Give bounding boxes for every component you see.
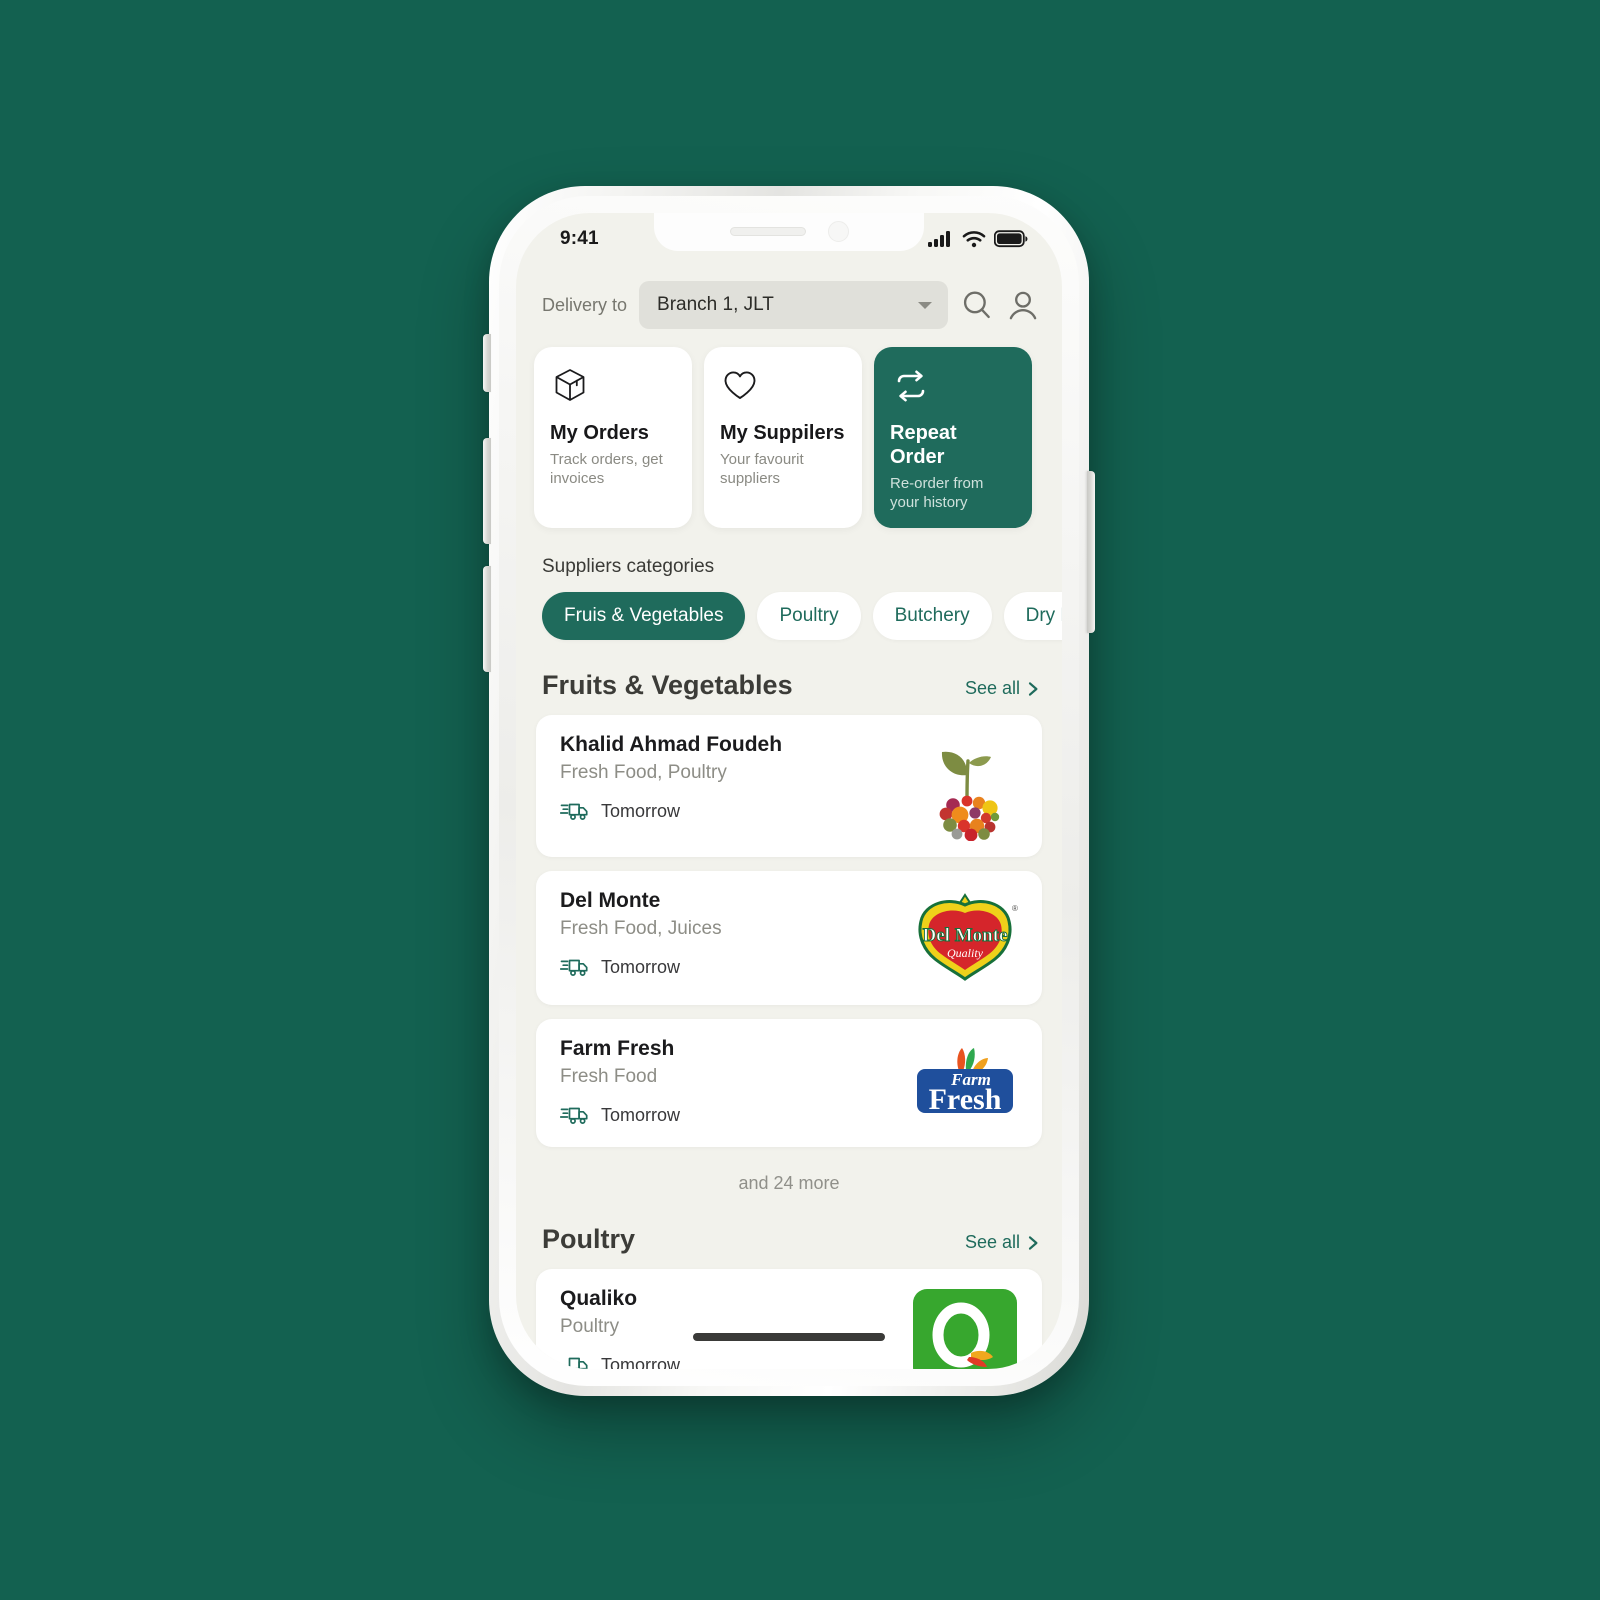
del-monte-logo-subtext: Quality — [947, 946, 984, 960]
repeat-order-card-title: Repeat Order — [890, 422, 957, 468]
branch-select[interactable]: Branch 1, JLT — [639, 281, 948, 329]
supplier-info: Qualiko Poultry Tomorrow — [560, 1287, 680, 1369]
qualiko-q-logo — [913, 1289, 1017, 1369]
delivery-truck-icon — [560, 804, 588, 821]
volume-down-button[interactable] — [483, 566, 491, 672]
delivery-truck-icon — [560, 1108, 588, 1125]
supplier-name: Khalid Ahmad Foudeh — [560, 733, 783, 757]
supplier-delivery-text: Tomorrow — [601, 1354, 681, 1369]
supplier-logo-qualiko — [906, 1287, 1024, 1369]
my-suppliers-card-title: My Suppilers — [720, 422, 845, 444]
chevron-down-icon — [918, 301, 932, 309]
farm-fresh-logo-subtext: Fresh — [929, 1083, 1002, 1116]
supplier-name: Farm Fresh — [560, 1037, 675, 1061]
chevron-right-icon — [1028, 1236, 1038, 1250]
category-chip-fruits-vegetables[interactable]: Fruis & Vegetables — [542, 592, 746, 641]
status-icons — [928, 230, 1028, 248]
section-title: Poultry — [542, 1224, 636, 1255]
battery-icon — [994, 230, 1028, 248]
see-all-label: See all — [964, 1232, 1020, 1253]
supplier-info: Farm Fresh Fresh Food Tomorrow — [560, 1037, 680, 1131]
heart-icon — [720, 365, 846, 407]
supplier-delivery-text: Tomorrow — [601, 1104, 681, 1125]
supplier-categories: Fresh Food, Juices — [560, 918, 722, 940]
section-header-poultry: Poultry See all — [516, 1194, 1062, 1255]
supplier-logo-khalid-ahmad-foudeh — [906, 733, 1024, 842]
supplier-info: Del Monte Fresh Food, Juices Tomorrow — [560, 889, 722, 989]
category-chip-butchery[interactable]: Butchery — [872, 592, 992, 641]
supplier-card-farm-fresh[interactable]: Farm Fresh Fresh Food Tomorrow Farm Fres… — [536, 1019, 1042, 1148]
del-monte-shield-logo: Del Monte Quality ® — [918, 893, 1018, 982]
my-suppliers-card[interactable]: My Suppilers Your favourit suppliers — [704, 347, 862, 529]
farm-fresh-logo: Farm Fresh — [917, 1048, 1013, 1116]
supplier-categories: Fresh Food, Poultry — [560, 762, 727, 784]
supplier-info: Khalid Ahmad Foudeh Fresh Food, Poultry — [560, 733, 782, 841]
supplier-name: Qualiko — [560, 1287, 638, 1311]
home-indicator[interactable] — [693, 1333, 885, 1341]
supplier-delivery: Tomorrow — [560, 1354, 680, 1369]
supplier-categories: Poultry — [560, 1316, 620, 1338]
repeat-icon — [890, 365, 1016, 407]
delivery-truck-icon — [568, 1358, 588, 1369]
cellular-signal-icon — [928, 231, 950, 247]
see-all-label: See all — [964, 678, 1020, 699]
phone-screen: 9:41 Delivery to Branch 1, JLT My Orders… — [516, 213, 1062, 1369]
phone-device-frame: 9:41 Delivery to Branch 1, JLT My Orders… — [483, 186, 1095, 1396]
supplier-delivery-text: Tomorrow — [601, 956, 681, 977]
supplier-card-khalid-ahmad-foudeh[interactable]: Khalid Ahmad Foudeh Fresh Food, Poultry — [536, 715, 1042, 858]
package-box-icon — [550, 365, 676, 407]
section-title: Fruits & Vegetables — [542, 670, 793, 701]
delivery-to-label: Delivery to — [542, 294, 628, 315]
branch-select-value: Branch 1, JLT — [657, 294, 774, 315]
suppliers-categories-label: Suppliers categories — [542, 556, 715, 578]
volume-up-button[interactable] — [483, 438, 491, 544]
svg-text:®: ® — [1012, 904, 1018, 913]
del-monte-logo-text: Del Monte — [923, 925, 1008, 946]
page-root: 9:41 Delivery to Branch 1, JLT My Orders… — [0, 0, 1600, 1600]
supplier-delivery-text: Tomorrow — [601, 800, 681, 821]
front-camera-icon — [827, 220, 849, 242]
category-chip-list: Fruis & Vegetables Poultry Butchery Dry … — [516, 578, 1062, 641]
wifi-icon — [962, 231, 986, 248]
app-content: Delivery to Branch 1, JLT My Orders Trac… — [516, 213, 1062, 1369]
category-chip-poultry[interactable]: Poultry — [757, 592, 861, 641]
my-suppliers-card-subtitle: Your favourit suppliers — [720, 451, 804, 488]
supplier-delivery: Tomorrow — [560, 1104, 680, 1126]
supplier-card-del-monte[interactable]: Del Monte Fresh Food, Juices Tomorrow De… — [536, 871, 1042, 1006]
my-orders-card[interactable]: My Orders Track orders, get invoices — [534, 347, 692, 529]
supplier-delivery: Tomorrow — [560, 956, 722, 978]
delivery-truck-icon — [560, 960, 588, 977]
supplier-logo-farm-fresh: Farm Fresh — [906, 1037, 1024, 1131]
supplier-card-qualiko[interactable]: Qualiko Poultry Tomorrow — [536, 1269, 1042, 1369]
repeat-order-card-subtitle: Re-order from your history — [890, 475, 984, 512]
see-all-poultry[interactable]: See all — [965, 1232, 1040, 1253]
see-all-fruits-vegetables[interactable]: See all — [965, 678, 1040, 699]
profile-icon[interactable] — [1006, 288, 1040, 322]
supplier-name: Del Monte — [560, 889, 661, 913]
repeat-order-card[interactable]: Repeat Order Re-order from your history — [874, 347, 1032, 529]
my-orders-card-title: My Orders — [550, 422, 649, 444]
supplier-delivery: Tomorrow — [560, 800, 782, 822]
my-orders-card-subtitle: Track orders, get invoices — [550, 451, 663, 488]
phone-notch — [654, 213, 924, 251]
category-chip-dry-food[interactable]: Dry F — [1003, 592, 1062, 641]
silent-switch-button[interactable] — [483, 334, 491, 392]
delivery-header-row: Delivery to Branch 1, JLT — [516, 259, 1062, 329]
status-time: 9:41 — [560, 228, 599, 249]
sprout-fruit-mosaic-logo — [939, 752, 1000, 842]
search-icon[interactable] — [960, 288, 994, 322]
and-more-label[interactable]: and 24 more — [516, 1147, 1062, 1194]
section-header-fruits-vegetables: Fruits & Vegetables See all — [516, 640, 1062, 701]
earpiece-speaker — [729, 226, 806, 236]
chevron-right-icon — [1028, 682, 1038, 696]
supplier-logo-del-monte: Del Monte Quality ® — [906, 889, 1024, 989]
supplier-categories: Fresh Food — [560, 1066, 658, 1088]
quick-action-cards: My Orders Track orders, get invoices My … — [516, 329, 1062, 529]
power-button[interactable] — [1087, 471, 1095, 633]
